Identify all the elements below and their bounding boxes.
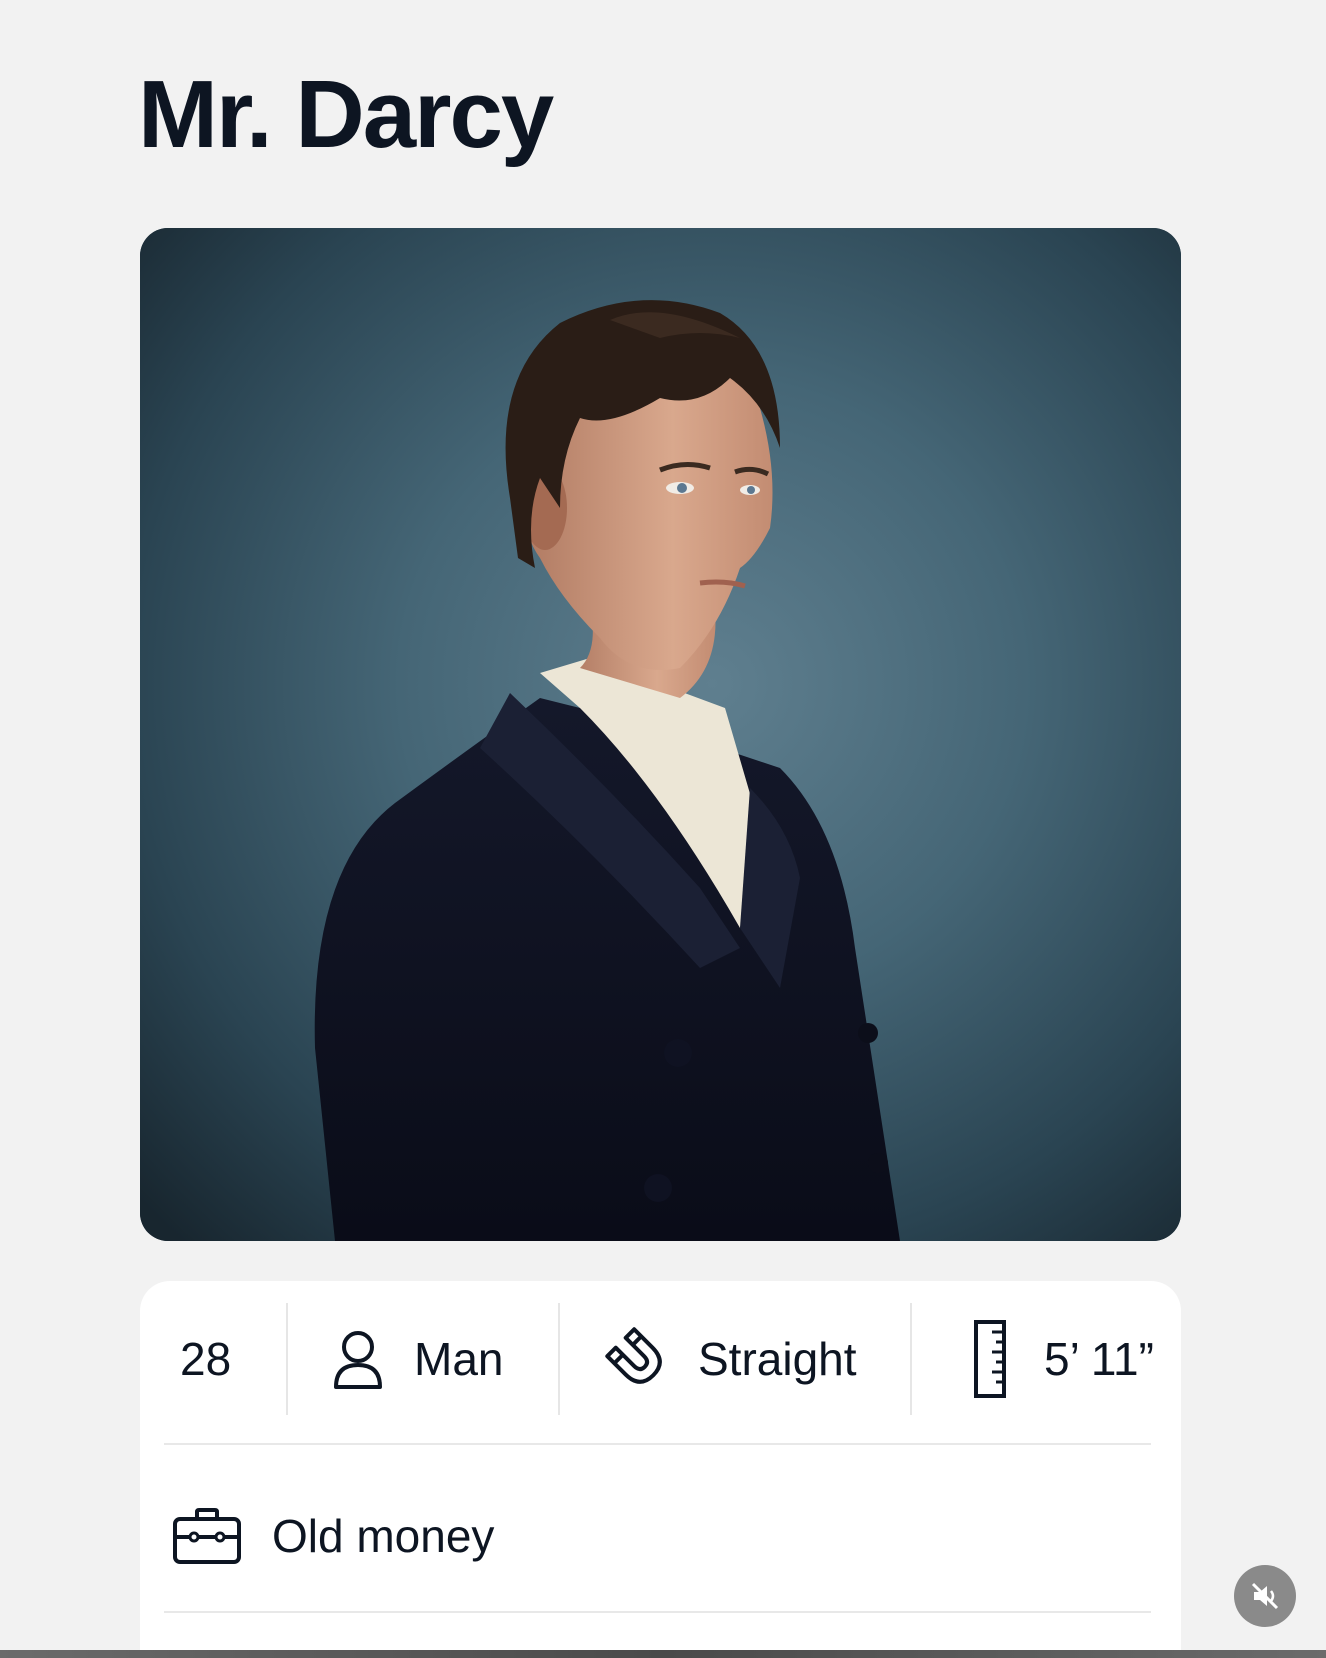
orientation-value: Straight (698, 1333, 857, 1385)
briefcase-icon (172, 1507, 242, 1565)
job-value: Old money (272, 1510, 495, 1562)
height-stat: 5’ 11” (974, 1303, 1154, 1415)
profile-name: Mr. Darcy (138, 61, 554, 168)
job-row: Old money (172, 1496, 494, 1576)
profile-info-card: 28 Man Straight 5’ 11” Old money (140, 1281, 1181, 1658)
stats-row: 28 Man Straight 5’ 11” (164, 1303, 1154, 1415)
portrait-illustration (140, 228, 1181, 1241)
row-divider (164, 1611, 1151, 1613)
speaker-muted-icon (1250, 1581, 1280, 1611)
magnet-icon (604, 1326, 670, 1392)
gender-value: Man (414, 1333, 504, 1385)
mute-button[interactable] (1234, 1565, 1296, 1627)
person-icon (332, 1329, 384, 1389)
stat-divider (558, 1303, 560, 1415)
stat-divider (910, 1303, 912, 1415)
row-divider (164, 1443, 1151, 1445)
orientation-stat: Straight (604, 1303, 857, 1415)
height-value: 5’ 11” (1044, 1333, 1154, 1385)
age-stat: 28 (180, 1303, 231, 1415)
profile-photo[interactable] (140, 228, 1181, 1241)
profile-page: Mr. Darcy 28 Man Straight 5’ 11” Old mon… (0, 0, 1326, 1658)
age-value: 28 (180, 1333, 232, 1385)
gender-stat: Man (332, 1303, 503, 1415)
stat-divider (286, 1303, 288, 1415)
ruler-icon (974, 1320, 1006, 1398)
bottom-edge-strip (0, 1650, 1326, 1658)
